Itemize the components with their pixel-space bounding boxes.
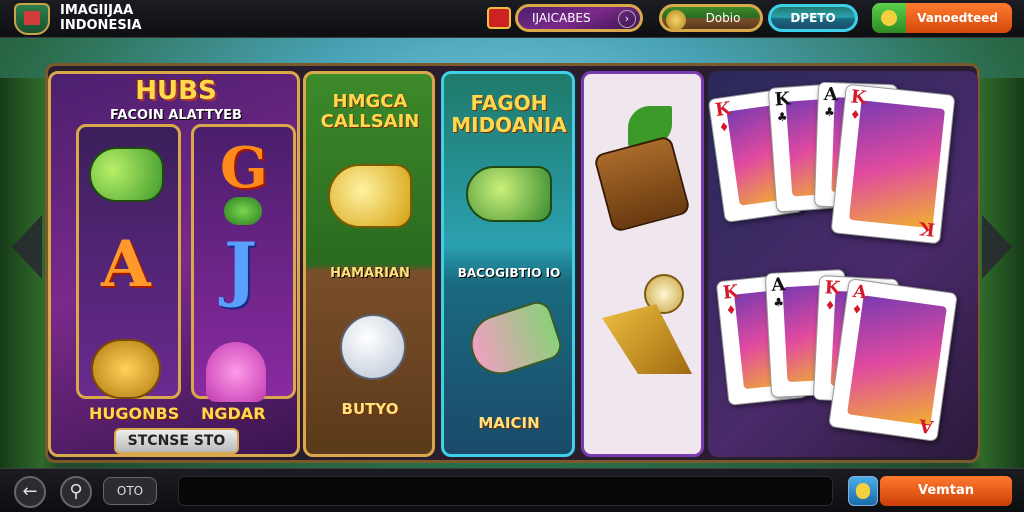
trout-icon [462,297,566,383]
balance-pill-label: Dobio [705,11,741,25]
card-rank: A [851,280,869,304]
deposit-pill[interactable]: DPETO [768,4,858,32]
top-bar: IMAGIIJAA INDONESIA IJAICABES › Dobio DP… [0,0,1024,38]
card-rank: A [823,83,839,106]
footer-cta-button[interactable]: Vemtan [880,476,1012,506]
card-rank: A [770,274,786,296]
card-suit-icon: ♦ [717,119,731,135]
drum-icon [593,135,691,233]
card-rank-bottom: K [918,217,937,240]
fish-green-title: FAGOH MIDOANIA [448,92,570,136]
chat-input[interactable] [178,476,833,506]
category-pill-label: IJAICABES [532,11,591,25]
card-art [848,100,946,229]
fish-gold-label: HAMARIAN [330,266,410,281]
card-rank-bottom: A [917,414,935,438]
fish-gold-title-line1: HMGCA [332,91,408,112]
reel-letter-a: A [101,227,151,302]
coin-icon [666,10,686,30]
deposit-pill-label: DPETO [790,11,836,25]
category-pill[interactable]: IJAICABES › [515,4,643,32]
bottom-bar: ← ⚲ OTO Vemtan [0,468,1024,512]
card-suit-icon: ♣ [823,104,836,120]
balance-pill[interactable]: Dobio [659,4,763,32]
brand-name[interactable]: IMAGIIJAA INDONESIA [60,3,210,33]
game-card-slot[interactable]: HUBS FACOIN ALATTYEB A G J HUGONBS NGDAR… [48,71,300,457]
back-arrow-icon[interactable]: ← [14,476,46,508]
reel-letter-g: G [220,135,268,201]
game-card-items[interactable] [581,71,704,457]
playing-card: K♦K [830,83,956,245]
spin-button[interactable]: STCNSE STO [114,428,239,454]
footer-pill[interactable]: OTO [103,477,157,505]
logo-icon[interactable] [14,3,50,35]
bird-symbol-icon [224,197,262,225]
flag-icon[interactable] [487,7,511,29]
game-card-fish-gold[interactable]: HMGCA CALLSAIN HAMARIAN BUTYO [303,71,435,457]
chevron-right-icon: › [618,10,636,28]
game-card-poker[interactable]: K♦KK♣KA♣AK♦KK♦KA♣AK♦KA♦A [708,71,978,457]
fish-symbol-icon [89,147,164,202]
slot-title: HUBS [135,76,217,106]
card-rank: K [713,98,733,122]
card-suit-icon: ♦ [849,107,862,123]
fish-green-label: BACOGIBTIO IO [457,266,561,280]
pink-creature-icon [206,342,266,402]
card-suit-icon: ♦ [824,298,836,313]
card-rank: K [721,281,740,304]
card-suit-icon: ♣ [776,109,789,125]
smiley-icon [872,3,906,33]
green-fish-icon [466,166,552,222]
card-art [847,295,947,426]
reel-letter-j: J [224,227,258,310]
lion-symbol-icon [91,339,161,399]
card-suit-icon: ♦ [850,301,864,318]
card-suit-icon: ♣ [772,295,785,310]
card-rank: K [773,88,791,111]
fish-green-title-line2: MIDOANIA [451,113,567,137]
card-rank: K [849,86,868,109]
mascot-icon[interactable] [848,476,878,506]
slot-label-left: HUGONBS [89,404,180,423]
game-card-fish-green[interactable]: FAGOH MIDOANIA BACOGIBTIO IO MAICIN [441,71,575,457]
trumpet-icon [602,304,692,374]
header-cta-label: Vanoedteed [917,11,998,25]
profile-icon[interactable]: ⚲ [60,476,92,508]
card-rank: K [824,277,841,300]
fish-gold-label-2: BUTYO [341,400,399,418]
slot-label-right: NGDAR [201,404,266,423]
playing-card: A ♦ A [828,278,958,442]
robot-mascot-icon [340,314,406,380]
slot-subtitle: FACOIN ALATTYEB [110,108,242,123]
fish-green-label-2: MAICIN [478,414,540,432]
card-suit-icon: ♦ [725,302,738,318]
fish-gold-title-line2: CALLSAIN [320,111,420,132]
header-cta-button[interactable]: Vanoedteed [872,3,1012,33]
brand-line-1: IMAGIIJAA [60,3,134,18]
brand-line-2: INDONESIA [60,18,142,33]
gold-fish-icon [328,164,412,228]
fish-gold-title: HMGCA CALLSAIN [310,92,430,132]
fish-green-title-line1: FAGOH [470,91,548,115]
